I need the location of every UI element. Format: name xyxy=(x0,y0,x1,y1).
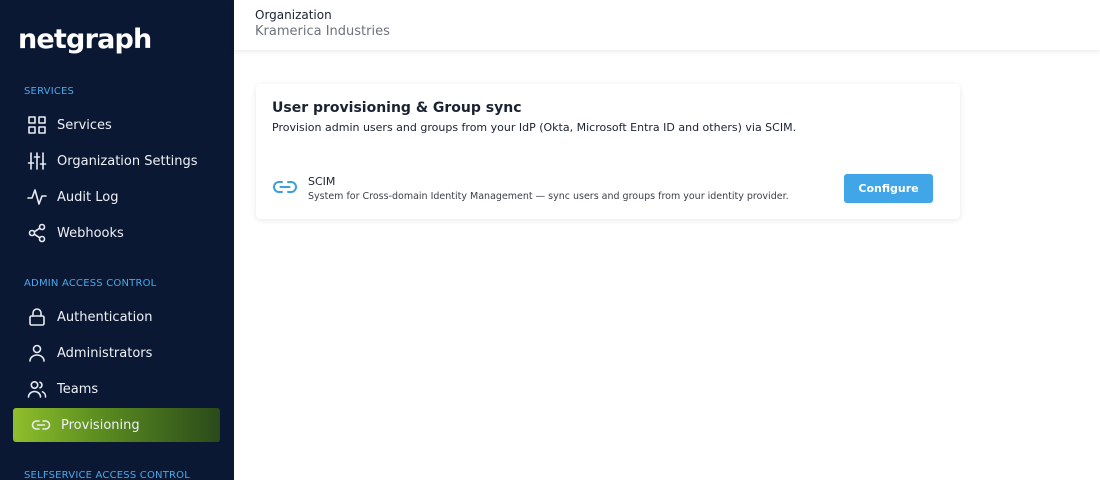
sidebar-item-audit-log[interactable]: Audit Log xyxy=(13,180,220,214)
sidebar: netgraph SERVICES Services Organization … xyxy=(0,0,234,480)
sidebar-item-label: Organization Settings xyxy=(57,153,198,169)
sidebar-item-label: Audit Log xyxy=(57,189,119,205)
user-icon xyxy=(25,341,49,365)
sidebar-item-services[interactable]: Services xyxy=(13,108,220,142)
sidebar-item-label: Webhooks xyxy=(57,225,124,241)
section-label-selfservice-access-control: SELFSERVICE ACCESS CONTROL xyxy=(24,470,191,480)
sidebar-item-label: Administrators xyxy=(57,345,153,361)
sidebar-item-label: Teams xyxy=(57,381,99,397)
provisioning-card: User provisioning & Group sync Provision… xyxy=(256,84,960,219)
grid-icon xyxy=(25,113,49,137)
netgraph-logo[interactable]: netgraph xyxy=(18,24,152,55)
card-subtitle: Provision admin users and groups from yo… xyxy=(272,121,797,134)
sidebar-item-label: Authentication xyxy=(57,309,153,325)
users-icon xyxy=(25,377,49,401)
section-label-services: SERVICES xyxy=(24,86,75,97)
sidebar-item-administrators[interactable]: Administrators xyxy=(13,336,220,370)
link-icon xyxy=(272,178,298,196)
lock-icon xyxy=(25,305,49,329)
org-label: Organization xyxy=(255,8,332,22)
sidebar-item-teams[interactable]: Teams xyxy=(13,372,220,406)
card-title: User provisioning & Group sync xyxy=(272,100,522,116)
sidebar-item-provisioning[interactable]: Provisioning xyxy=(13,408,220,442)
link-icon xyxy=(29,413,53,437)
sidebar-item-organization-settings[interactable]: Organization Settings xyxy=(13,144,220,178)
scim-description: System for Cross-domain Identity Managem… xyxy=(308,191,789,202)
sidebar-item-label: Services xyxy=(57,117,112,133)
activity-icon xyxy=(25,185,49,209)
share-icon xyxy=(25,221,49,245)
sidebar-item-webhooks[interactable]: Webhooks xyxy=(13,216,220,250)
sliders-icon xyxy=(25,149,49,173)
org-header: Organization Kramerica Industries xyxy=(234,0,1100,50)
scim-title: SCIM xyxy=(308,175,336,188)
configure-button[interactable]: Configure xyxy=(844,174,933,203)
sidebar-item-label: Provisioning xyxy=(61,417,140,433)
org-name: Kramerica Industries xyxy=(255,24,390,39)
section-label-admin-access-control: ADMIN ACCESS CONTROL xyxy=(24,278,157,289)
sidebar-item-authentication[interactable]: Authentication xyxy=(13,300,220,334)
